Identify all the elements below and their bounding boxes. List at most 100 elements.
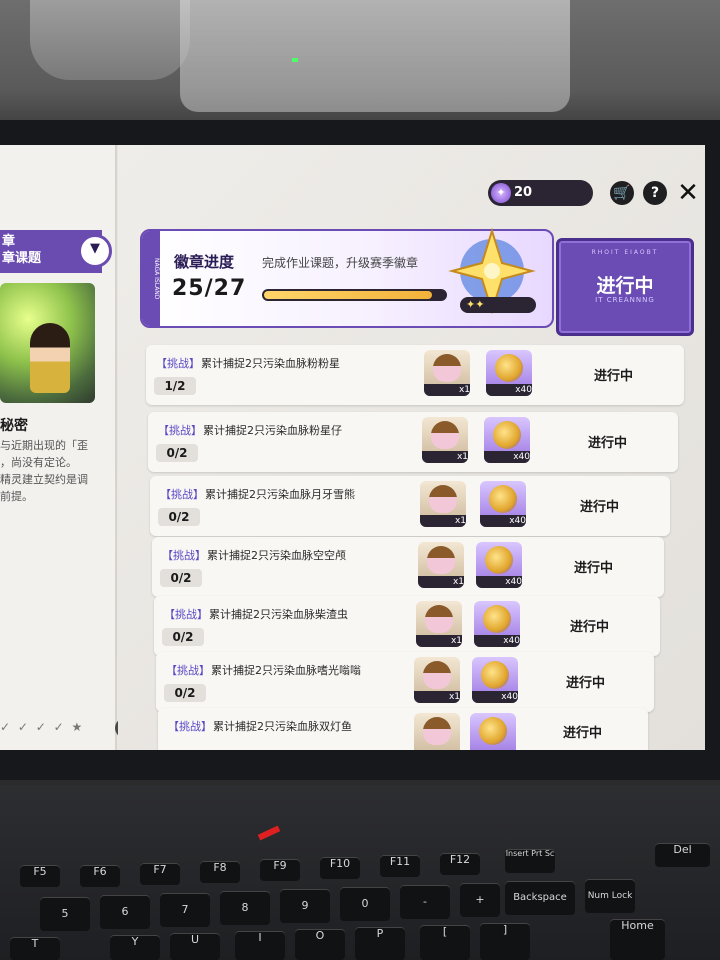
desc-line: ，尚没有定论。 bbox=[0, 456, 77, 469]
key-backspace[interactable]: Backspace bbox=[505, 881, 575, 915]
key-f11[interactable]: F11 bbox=[380, 855, 420, 877]
reward-item-acorn[interactable]: x1 bbox=[418, 542, 464, 588]
key-9[interactable]: 9 bbox=[280, 889, 330, 923]
task-row[interactable]: 【挑战】 累计捕捉2只污染血脉粉粉星 1/2 x1 x40 进行中 bbox=[146, 345, 684, 405]
task-row[interactable]: 【挑战】 累计捕捉2只污染血脉柴渣虫 0/2 x1 x40 进行中 bbox=[154, 596, 660, 656]
key-plus[interactable]: + bbox=[460, 883, 500, 917]
task-row[interactable]: 【挑战】 累计捕捉2只污染血脉粉星仔 0/2 x1 x40 进行中 bbox=[148, 412, 678, 472]
key-y[interactable]: Y bbox=[110, 935, 160, 960]
reward-item-coin[interactable]: x40 bbox=[484, 417, 530, 463]
desc-line: 前提。 bbox=[0, 490, 33, 503]
task-tag: 【挑战】 bbox=[160, 488, 204, 501]
key-f9[interactable]: F9 bbox=[260, 859, 300, 881]
task-tag: 【挑战】 bbox=[156, 357, 200, 370]
task-name: 累计捕捉2只污染血脉嗜光嗡嗡 bbox=[211, 664, 361, 677]
left-panel: 章 章课题 ▼ 秘密 与近期出现的「歪 ，尚没有定论。 精灵建立契约是调 前提。… bbox=[0, 145, 135, 750]
task-state: 进行中 bbox=[594, 369, 634, 384]
reward-qty: x1 bbox=[424, 384, 470, 396]
shop-cart-icon[interactable]: 🛒 bbox=[610, 181, 634, 205]
key-f10[interactable]: F10 bbox=[320, 857, 360, 879]
reward-item-acorn[interactable]: x1 bbox=[414, 657, 460, 703]
reward-qty: x40 bbox=[472, 691, 518, 703]
key-f8[interactable]: F8 bbox=[200, 861, 240, 883]
reward-item-acorn[interactable]: x1 bbox=[416, 601, 462, 647]
key-6[interactable]: 6 bbox=[100, 895, 150, 929]
reward-item-coin[interactable]: x40 bbox=[474, 601, 520, 647]
reward-item-coin[interactable]: x40 bbox=[486, 350, 532, 396]
key-home[interactable]: Home bbox=[610, 919, 665, 960]
background-object bbox=[30, 0, 190, 80]
key-f5[interactable]: F5 bbox=[20, 865, 60, 887]
key-minus[interactable]: - bbox=[400, 885, 450, 919]
badge-progress-fill bbox=[264, 291, 432, 299]
task-name: 累计捕捉2只污染血脉月牙雪熊 bbox=[205, 488, 355, 501]
task-row[interactable]: 【挑战】 累计捕捉2只污染血脉嗜光嗡嗡 0/2 x1 x40 进行中 bbox=[156, 652, 654, 712]
season-status-card[interactable]: RHOIT EIAOBT 进行中 IT CREANNNG bbox=[556, 238, 694, 336]
badge-subtitle: 完成作业课题，升级赛季徽章 bbox=[262, 256, 419, 270]
reward-item-acorn[interactable]: x1 bbox=[422, 417, 468, 463]
desc-line: 与近期出现的「歪 bbox=[0, 439, 88, 452]
chevron-down-icon[interactable]: ▼ bbox=[78, 234, 112, 268]
task-state: 进行中 bbox=[580, 500, 620, 515]
gold-coin-icon bbox=[495, 354, 523, 382]
key-7[interactable]: 7 bbox=[160, 893, 210, 927]
key-f6[interactable]: F6 bbox=[80, 865, 120, 887]
close-icon[interactable]: ✕ bbox=[676, 180, 700, 206]
key-f7[interactable]: F7 bbox=[140, 863, 180, 885]
key-5[interactable]: 5 bbox=[40, 897, 90, 931]
key-0[interactable]: 0 bbox=[340, 887, 390, 921]
chapter-description: 与近期出现的「歪 ，尚没有定论。 精灵建立契约是调 前提。 bbox=[0, 437, 112, 505]
task-progress: 0/2 bbox=[158, 508, 200, 526]
gold-coin-icon bbox=[483, 605, 511, 633]
task-state: 进行中 bbox=[563, 726, 603, 741]
acorn-icon bbox=[423, 717, 451, 745]
reward-item-coin[interactable]: x40 bbox=[476, 542, 522, 588]
key-f12[interactable]: F12 bbox=[440, 853, 480, 875]
badge-title: 徽章进度 bbox=[174, 253, 235, 271]
task-row[interactable]: 【挑战】 累计捕捉2只污染血脉月牙雪熊 0/2 x1 x40 进行中 bbox=[150, 476, 670, 536]
key-t[interactable]: T bbox=[10, 937, 60, 960]
banner-side-strip: NAGA ISLAND bbox=[142, 231, 160, 326]
key-p[interactable]: P bbox=[355, 927, 405, 960]
chapter-art bbox=[0, 283, 95, 403]
task-tag: 【挑战】 bbox=[158, 424, 202, 437]
acorn-icon bbox=[425, 605, 453, 633]
key-o[interactable]: O bbox=[295, 929, 345, 960]
task-state: 进行中 bbox=[570, 620, 610, 635]
key-i[interactable]: I bbox=[235, 931, 285, 960]
help-icon[interactable]: ? bbox=[643, 181, 667, 205]
task-name: 累计捕捉2只污染血脉粉星仔 bbox=[203, 424, 342, 437]
task-progress: 0/2 bbox=[156, 444, 198, 462]
reward-item-coin[interactable]: x40 bbox=[480, 481, 526, 527]
task-row[interactable]: 【挑战】 累计捕捉2只污染血脉双灯鱼 进行中 bbox=[158, 708, 648, 750]
key-num-lock[interactable]: Num Lock bbox=[585, 879, 635, 913]
reward-qty: x40 bbox=[474, 635, 520, 647]
key-bracket-right[interactable]: ] bbox=[480, 923, 530, 960]
key-del[interactable]: Del bbox=[655, 843, 710, 867]
reward-item-acorn[interactable]: x1 bbox=[424, 350, 470, 396]
task-row[interactable]: 【挑战】 累计捕捉2只污染血脉空空颅 0/2 x1 x40 进行中 bbox=[152, 537, 664, 597]
reward-qty: x40 bbox=[476, 576, 522, 588]
key-insert[interactable]: Insert Prt Sc bbox=[505, 849, 555, 873]
reward-qty: x40 bbox=[486, 384, 532, 396]
reward-item-acorn[interactable] bbox=[414, 713, 460, 750]
badge-progress-banner: NAGA ISLAND 徽章进度 完成作业课题，升级赛季徽章 25/27 ✦✦ bbox=[140, 227, 554, 328]
reward-item-acorn[interactable]: x1 bbox=[420, 481, 466, 527]
chapter-header[interactable]: 章 章课题 ▼ bbox=[0, 230, 112, 273]
key-u[interactable]: U bbox=[170, 933, 220, 960]
gold-coin-icon bbox=[481, 661, 509, 689]
key-bracket-left[interactable]: [ bbox=[420, 925, 470, 960]
reward-qty: x1 bbox=[422, 451, 468, 463]
reward-item-coin[interactable]: x40 bbox=[472, 657, 518, 703]
task-progress: 0/2 bbox=[160, 569, 202, 587]
reward-item-coin[interactable] bbox=[470, 713, 516, 750]
task-name: 累计捕捉2只污染血脉柴渣虫 bbox=[209, 608, 348, 621]
task-progress: 0/2 bbox=[164, 684, 206, 702]
background-device bbox=[180, 0, 570, 112]
currency-amount: 20 bbox=[514, 185, 533, 200]
task-state: 进行中 bbox=[574, 561, 614, 576]
task-tag: 【挑战】 bbox=[164, 608, 208, 621]
gold-coin-icon bbox=[489, 485, 517, 513]
task-state: 进行中 bbox=[588, 436, 628, 451]
key-8[interactable]: 8 bbox=[220, 891, 270, 925]
